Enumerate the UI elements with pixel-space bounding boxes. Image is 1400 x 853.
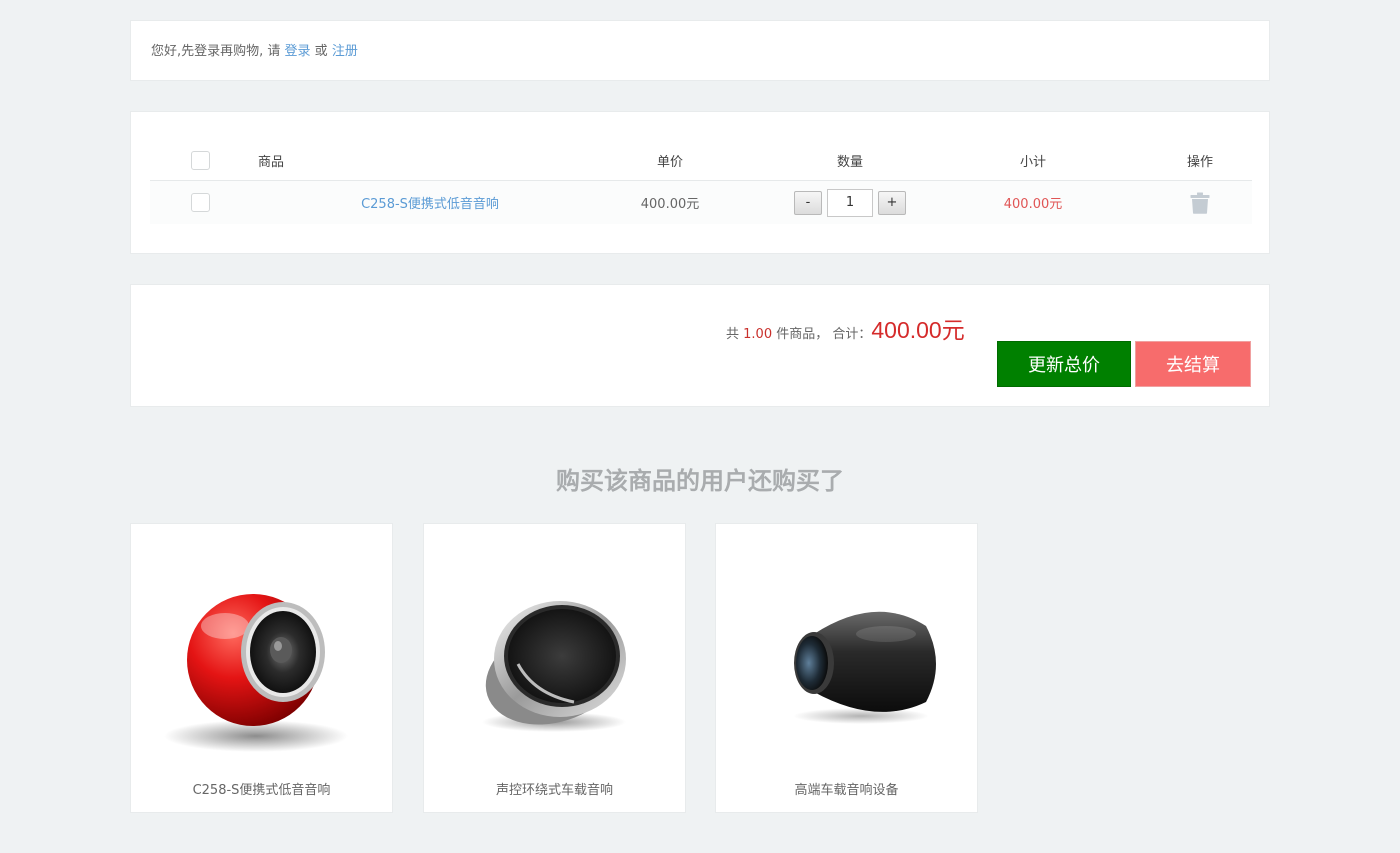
recommend-name[interactable]: C258-S便携式低音音响 [131, 779, 392, 798]
item-name-link[interactable]: C258-S便携式低音音响 [330, 181, 530, 224]
notice-text: 您好,先登录再购物, 请 [151, 44, 285, 59]
cart-row: C258-S便携式低音音响 400.00元 - + 400.00元 [150, 181, 1252, 224]
cart-summary: 共 1.00 件商品， 合计：400.00元 更新总价 去结算 [130, 284, 1270, 407]
column-quantity: 数量 [836, 154, 863, 170]
item-count: 1.00 [743, 327, 773, 342]
black-speaker-image[interactable] [736, 564, 959, 764]
recommend-name[interactable]: 高端车载音响设备 [716, 779, 977, 798]
silver-speaker-image[interactable] [444, 564, 667, 764]
login-notice: 您好,先登录再购物, 请 登录 或 注册 [130, 20, 1270, 81]
recommend-name[interactable]: 声控环绕式车载音响 [424, 779, 685, 798]
column-product: 商品 [258, 154, 285, 170]
column-price: 单价 [656, 154, 683, 170]
item-subtotal: 400.00元 [1003, 197, 1063, 212]
recommend-title: 购买该商品的用户还购买了 [556, 467, 844, 495]
item-checkbox[interactable] [190, 193, 210, 212]
recommend-card[interactable]: C258-S便携式低音音响 [130, 523, 393, 813]
item-price: 400.00元 [640, 197, 700, 212]
summary-text: 共 1.00 件商品， 合计：400.00元 [726, 311, 965, 345]
recommend-card[interactable]: 高端车载音响设备 [715, 523, 978, 813]
quantity-minus-button[interactable]: - [794, 190, 822, 215]
summary-middle: 件商品， 合计： [772, 327, 872, 342]
login-link[interactable]: 登录 [285, 44, 311, 59]
select-all-checkbox[interactable] [190, 150, 210, 170]
update-total-button[interactable]: 更新总价 [997, 341, 1131, 387]
select-all-cell [190, 140, 210, 180]
delete-item-button[interactable] [1170, 181, 1230, 224]
red-speaker-image[interactable] [151, 564, 374, 764]
item-select-cell [190, 181, 210, 224]
trash-icon[interactable] [1190, 192, 1210, 214]
cart-table: 商品 单价 数量 小计 操作 C258-S便携式低音音响 400.00元 - +… [130, 111, 1270, 254]
total-price: 400.00元 [871, 317, 965, 343]
cart-header-row: 商品 单价 数量 小计 操作 [150, 140, 1252, 181]
column-action: 操作 [1186, 154, 1213, 170]
column-subtotal: 小计 [1019, 154, 1046, 170]
quantity-stepper: - + [780, 181, 920, 224]
summary-prefix: 共 [726, 327, 744, 342]
register-link[interactable]: 注册 [332, 44, 358, 59]
checkout-button[interactable]: 去结算 [1135, 341, 1251, 387]
recommend-card[interactable]: 声控环绕式车载音响 [423, 523, 686, 813]
quantity-plus-button[interactable]: + [878, 190, 906, 215]
notice-or: 或 [310, 44, 332, 59]
recommend-list: C258-S便携式低音音响 声控环绕式车载音响 高端车载音响设备 [130, 523, 1270, 813]
quantity-input[interactable] [827, 188, 873, 217]
